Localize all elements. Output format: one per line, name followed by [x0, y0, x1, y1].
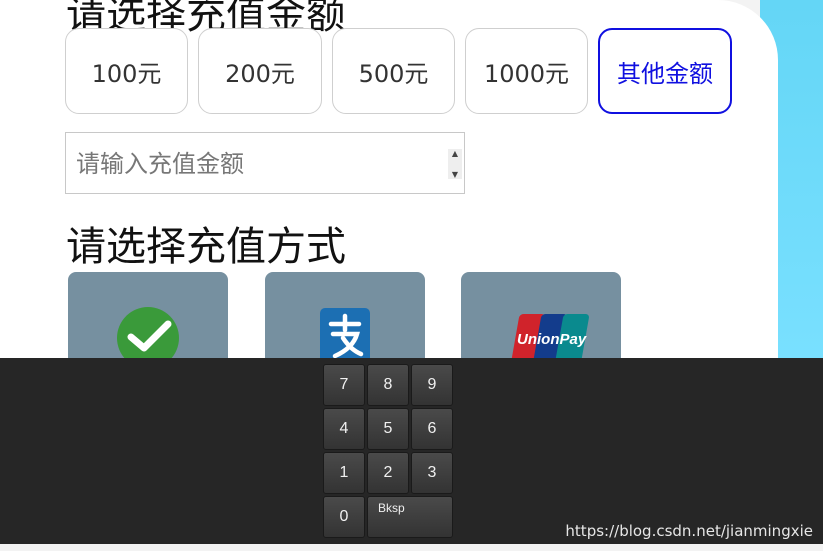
- key-7[interactable]: 7: [323, 364, 365, 406]
- watermark: https://blog.csdn.net/jianmingxie: [565, 522, 813, 540]
- key-2[interactable]: 2: [367, 452, 409, 494]
- amount-option-100[interactable]: 100元: [65, 28, 188, 114]
- payment-method-alipay[interactable]: [265, 272, 425, 372]
- unionpay-logo-text: UnionPay: [517, 331, 587, 348]
- amount-input[interactable]: [76, 147, 436, 181]
- amount-option-other[interactable]: 其他金额: [598, 28, 732, 114]
- spinner-up-icon[interactable]: ▲: [452, 149, 458, 158]
- numeric-keypad: 7 8 9 4 5 6 1 2 3 0 Bksp: [0, 358, 823, 544]
- backspace-key[interactable]: Bksp: [367, 496, 453, 538]
- key-0[interactable]: 0: [323, 496, 365, 538]
- recharge-panel: 请选择充值金额 100元 200元 500元 1000元 其他金额 ▲ ▼ 请选…: [0, 0, 778, 372]
- wechat-pay-icon: [117, 307, 179, 369]
- amount-option-1000[interactable]: 1000元: [465, 28, 588, 114]
- amount-option-500[interactable]: 500元: [332, 28, 455, 114]
- unionpay-icon: UnionPay: [509, 314, 589, 372]
- key-3[interactable]: 3: [411, 452, 453, 494]
- bottom-strip: [0, 544, 823, 551]
- payment-method-unionpay[interactable]: UnionPay: [461, 272, 621, 372]
- key-1[interactable]: 1: [323, 452, 365, 494]
- alipay-icon: [320, 308, 370, 368]
- key-8[interactable]: 8: [367, 364, 409, 406]
- amount-option-200[interactable]: 200元: [198, 28, 322, 114]
- key-4[interactable]: 4: [323, 408, 365, 450]
- payment-method-wechat[interactable]: [68, 272, 228, 372]
- key-6[interactable]: 6: [411, 408, 453, 450]
- key-5[interactable]: 5: [367, 408, 409, 450]
- select-method-heading: 请选择充值方式: [66, 224, 346, 270]
- key-9[interactable]: 9: [411, 364, 453, 406]
- spinner-down-icon[interactable]: ▼: [452, 170, 458, 179]
- number-spinner[interactable]: ▲ ▼: [448, 149, 462, 179]
- amount-input-box: ▲ ▼: [65, 132, 465, 194]
